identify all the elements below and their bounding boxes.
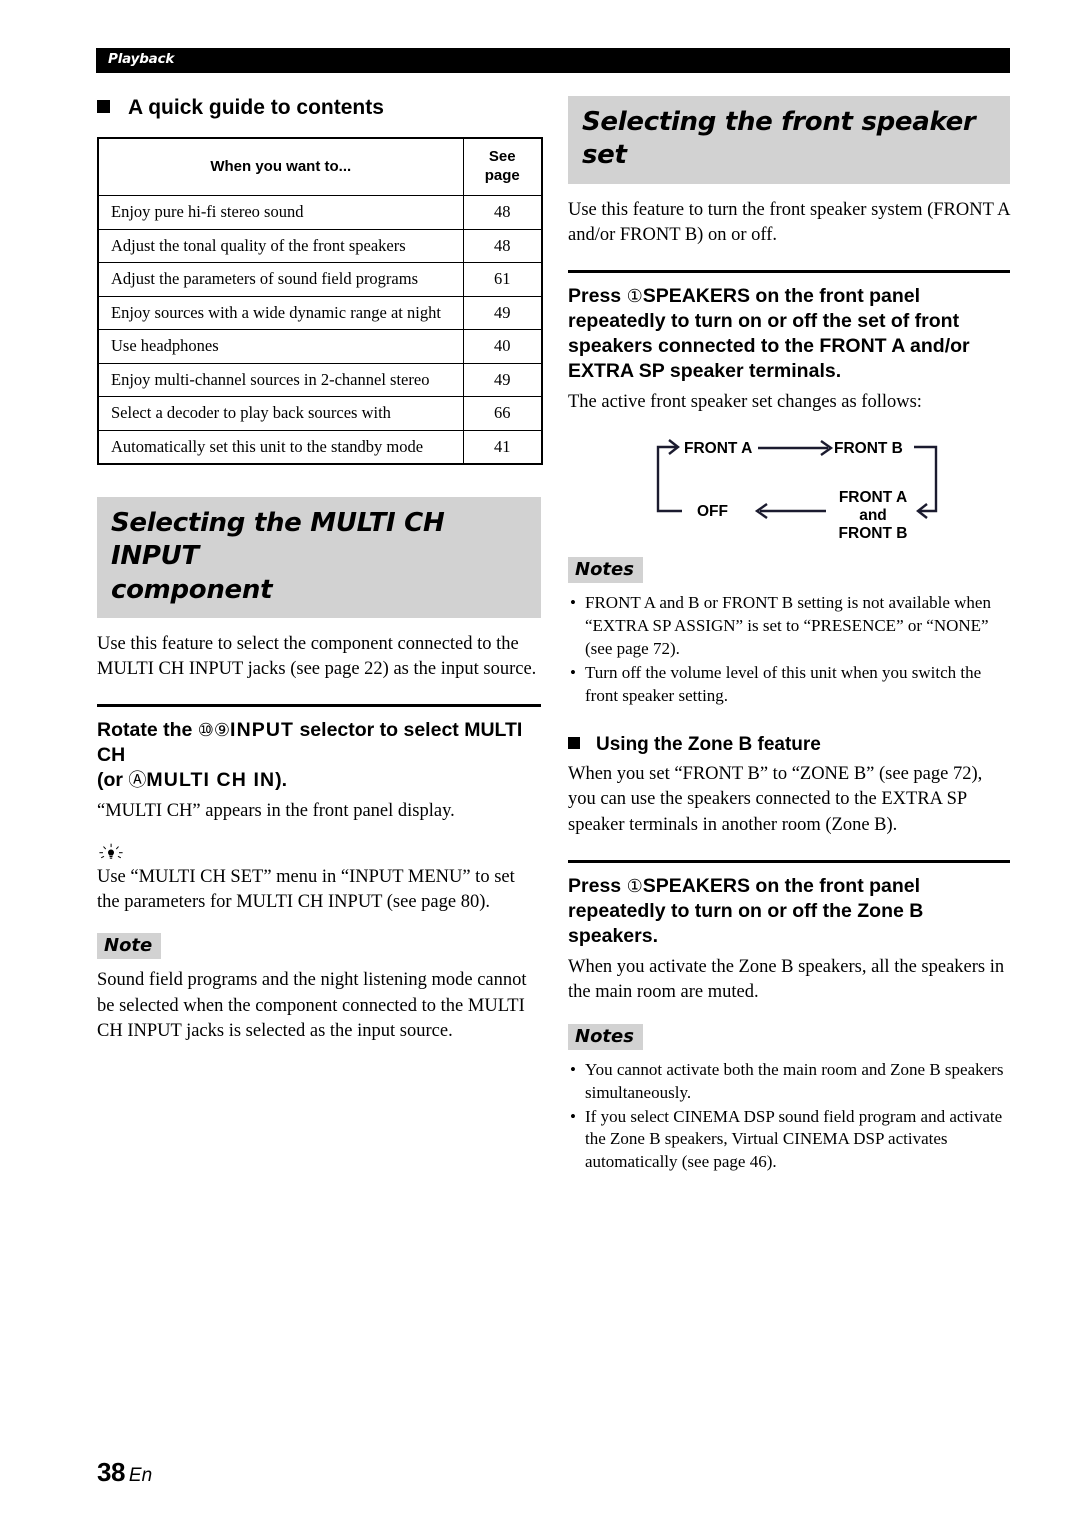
running-header-label: Playback	[108, 51, 175, 67]
left-column: A quick guide to contents When you want …	[97, 96, 543, 1044]
table-row: Automatically set this unit to the stand…	[97, 429, 543, 465]
task-cell: Adjust the tonal quality of the front sp…	[97, 228, 464, 263]
step-text-prefix: Press	[568, 875, 627, 898]
cycle-node-off: OFF	[697, 503, 728, 521]
multi-ch-note-text: Sound field programs and the night liste…	[97, 970, 527, 1042]
document-page: Playback A quick guide to contents When …	[0, 0, 1080, 1526]
page-cell: 48	[462, 195, 543, 230]
multi-ch-tip-text: Use “MULTI CH SET” menu in “INPUT MENU” …	[97, 866, 515, 913]
page-language: En	[128, 1465, 153, 1486]
cycle-node-front-a-and-b-line1: FRONT A	[838, 489, 908, 507]
zone-b-step-result: When you activate the Zone B speakers, a…	[568, 956, 1005, 1003]
running-header-bar: Playback	[96, 48, 1010, 73]
cycle-node-front-b: FRONT B	[834, 440, 903, 458]
step-control-name: SPEAKERS	[642, 285, 750, 308]
multi-ch-banner-line1: Selecting the MULTI CH INPUT	[111, 508, 445, 572]
quick-guide-table: When you want to... See page Enjoy pure …	[97, 137, 543, 465]
step-line2-after: ).	[275, 769, 288, 792]
table-row: Use headphones 40	[97, 329, 543, 364]
page-cell: 61	[462, 262, 543, 297]
cycle-node-front-a-and-b: FRONT A and FRONT B	[828, 489, 918, 543]
page-cell: 49	[462, 362, 543, 397]
step-line2-control-name: MULTI CH IN	[146, 769, 276, 792]
circled-letter-a-icon: Ⓐ	[128, 770, 147, 792]
table-row: Select a decoder to play back sources wi…	[97, 396, 543, 431]
multi-ch-banner-heading: Selecting the MULTI CH INPUT component	[97, 497, 541, 618]
cycle-node-front-a: FRONT A	[684, 440, 753, 458]
zone-b-heading: Using the Zone B feature	[568, 734, 1010, 756]
multi-ch-step: Rotate the ⑩⑨INPUT selector to select MU…	[97, 718, 541, 793]
circled-number-1-icon: ①	[626, 876, 643, 898]
speaker-cycle-diagram: FRONT A FRONT B FRONT A and FRONT B OFF	[636, 433, 966, 545]
front-speaker-banner-heading: Selecting the front speaker set	[568, 96, 1010, 184]
task-cell: Select a decoder to play back sources wi…	[97, 396, 464, 431]
right-column: Selecting the front speaker set Use this…	[568, 96, 1010, 1175]
page-cell: 48	[462, 228, 543, 263]
front-speaker-step: Press ①SPEAKERS on the front panel repea…	[568, 284, 1010, 384]
list-item: You cannot activate both the main room a…	[568, 1059, 1010, 1105]
task-cell: Enjoy sources with a wide dynamic range …	[97, 295, 464, 330]
step-text-prefix: Rotate the	[97, 719, 198, 742]
square-bullet-icon	[97, 100, 110, 113]
circled-number-1-icon: ①	[626, 286, 643, 308]
table-row: Enjoy multi-channel sources in 2-channel…	[97, 362, 543, 397]
task-cell: Automatically set this unit to the stand…	[97, 429, 464, 465]
step-control-name: INPUT	[230, 719, 295, 742]
step-text-prefix: Press	[568, 285, 627, 308]
table-row: Enjoy sources with a wide dynamic range …	[97, 295, 543, 330]
multi-ch-intro: Use this feature to select the component…	[97, 633, 537, 680]
front-speaker-notes-list: FRONT A and B or FRONT B setting is not …	[568, 592, 1010, 708]
step-control-name: SPEAKERS	[642, 875, 750, 898]
multi-ch-banner-line2: component	[111, 574, 273, 605]
step-divider-rule	[97, 704, 541, 708]
page-cell: 66	[462, 396, 543, 431]
multi-ch-step-result: “MULTI CH” appears in the front panel di…	[97, 801, 455, 822]
task-cell: Adjust the parameters of sound field pro…	[97, 262, 464, 297]
page-footer: 38 En	[97, 1457, 152, 1488]
zone-b-intro: When you set “FRONT B” to “ZONE B” (see …	[568, 764, 983, 835]
cycle-node-front-a-and-b-line3: FRONT B	[838, 525, 908, 543]
list-item: If you select CINEMA DSP sound field pro…	[568, 1106, 1010, 1175]
table-row: Enjoy pure hi-fi stereo sound 48	[97, 195, 543, 230]
table-row: Adjust the tonal quality of the front sp…	[97, 228, 543, 263]
table-header-row: When you want to... See page	[97, 137, 543, 196]
quick-guide-heading: A quick guide to contents	[97, 96, 541, 120]
square-bullet-icon	[568, 737, 580, 750]
zone-b-heading-text: Using the Zone B feature	[596, 734, 821, 756]
column-header-page: See page	[462, 137, 543, 196]
list-item: FRONT A and B or FRONT B setting is not …	[568, 592, 1010, 661]
page-number: 38	[97, 1457, 125, 1487]
quick-guide-heading-text: A quick guide to contents	[128, 96, 384, 119]
column-header-task: When you want to...	[97, 137, 464, 196]
list-item: Turn off the volume level of this unit w…	[568, 662, 1010, 708]
tip-lightbulb-icon	[99, 843, 123, 859]
zone-b-notes-list: You cannot activate both the main room a…	[568, 1059, 1010, 1175]
cycle-node-front-a-and-b-line2: and	[859, 507, 887, 525]
column-header-page-line1: See	[488, 148, 516, 166]
front-speaker-step-result: The active front speaker set changes as …	[568, 392, 922, 413]
front-speaker-intro: Use this feature to turn the front speak…	[568, 199, 1010, 245]
zone-b-step: Press ①SPEAKERS on the front panel repea…	[568, 874, 1010, 949]
step-divider-rule	[568, 860, 1010, 864]
notes-label-chip: Notes	[568, 557, 643, 584]
page-cell: 40	[462, 329, 543, 364]
step-line2-prefix: (or	[97, 769, 129, 792]
notes-label-chip: Notes	[568, 1023, 643, 1050]
page-cell: 41	[462, 429, 543, 465]
task-cell: Enjoy pure hi-fi stereo sound	[97, 195, 464, 230]
task-cell: Use headphones	[97, 329, 464, 364]
step-divider-rule	[568, 270, 1010, 274]
task-cell: Enjoy multi-channel sources in 2-channel…	[97, 362, 464, 397]
note-label-chip: Note	[97, 933, 162, 960]
column-header-page-line2: page	[484, 167, 520, 184]
page-cell: 49	[462, 295, 543, 330]
table-row: Adjust the parameters of sound field pro…	[97, 262, 543, 297]
circled-number-18-icon: ⑩⑨	[197, 720, 231, 742]
